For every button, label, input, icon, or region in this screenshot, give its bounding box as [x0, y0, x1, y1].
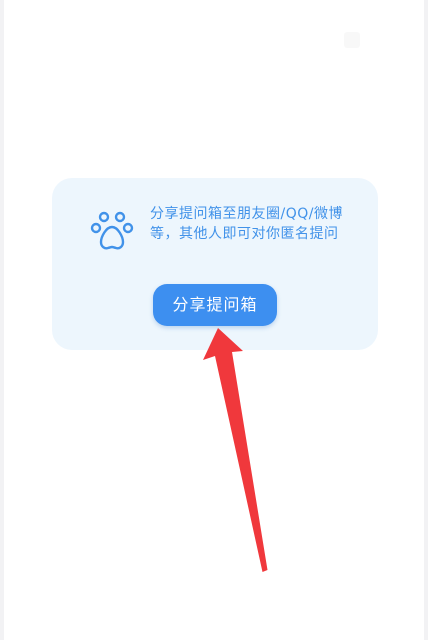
page: 分享提问箱至朋友圈/QQ/微博等，其他人即可对你匿名提问 分享提问箱: [0, 0, 428, 640]
paw-icon: [90, 211, 134, 250]
share-question-box-card: 分享提问箱至朋友圈/QQ/微博等，其他人即可对你匿名提问 分享提问箱: [52, 178, 378, 350]
share-question-box-button[interactable]: 分享提问箱: [153, 284, 277, 326]
faint-watermark-icon: [344, 32, 360, 48]
share-tip-text: 分享提问箱至朋友圈/QQ/微博等，其他人即可对你匿名提问: [150, 206, 343, 242]
